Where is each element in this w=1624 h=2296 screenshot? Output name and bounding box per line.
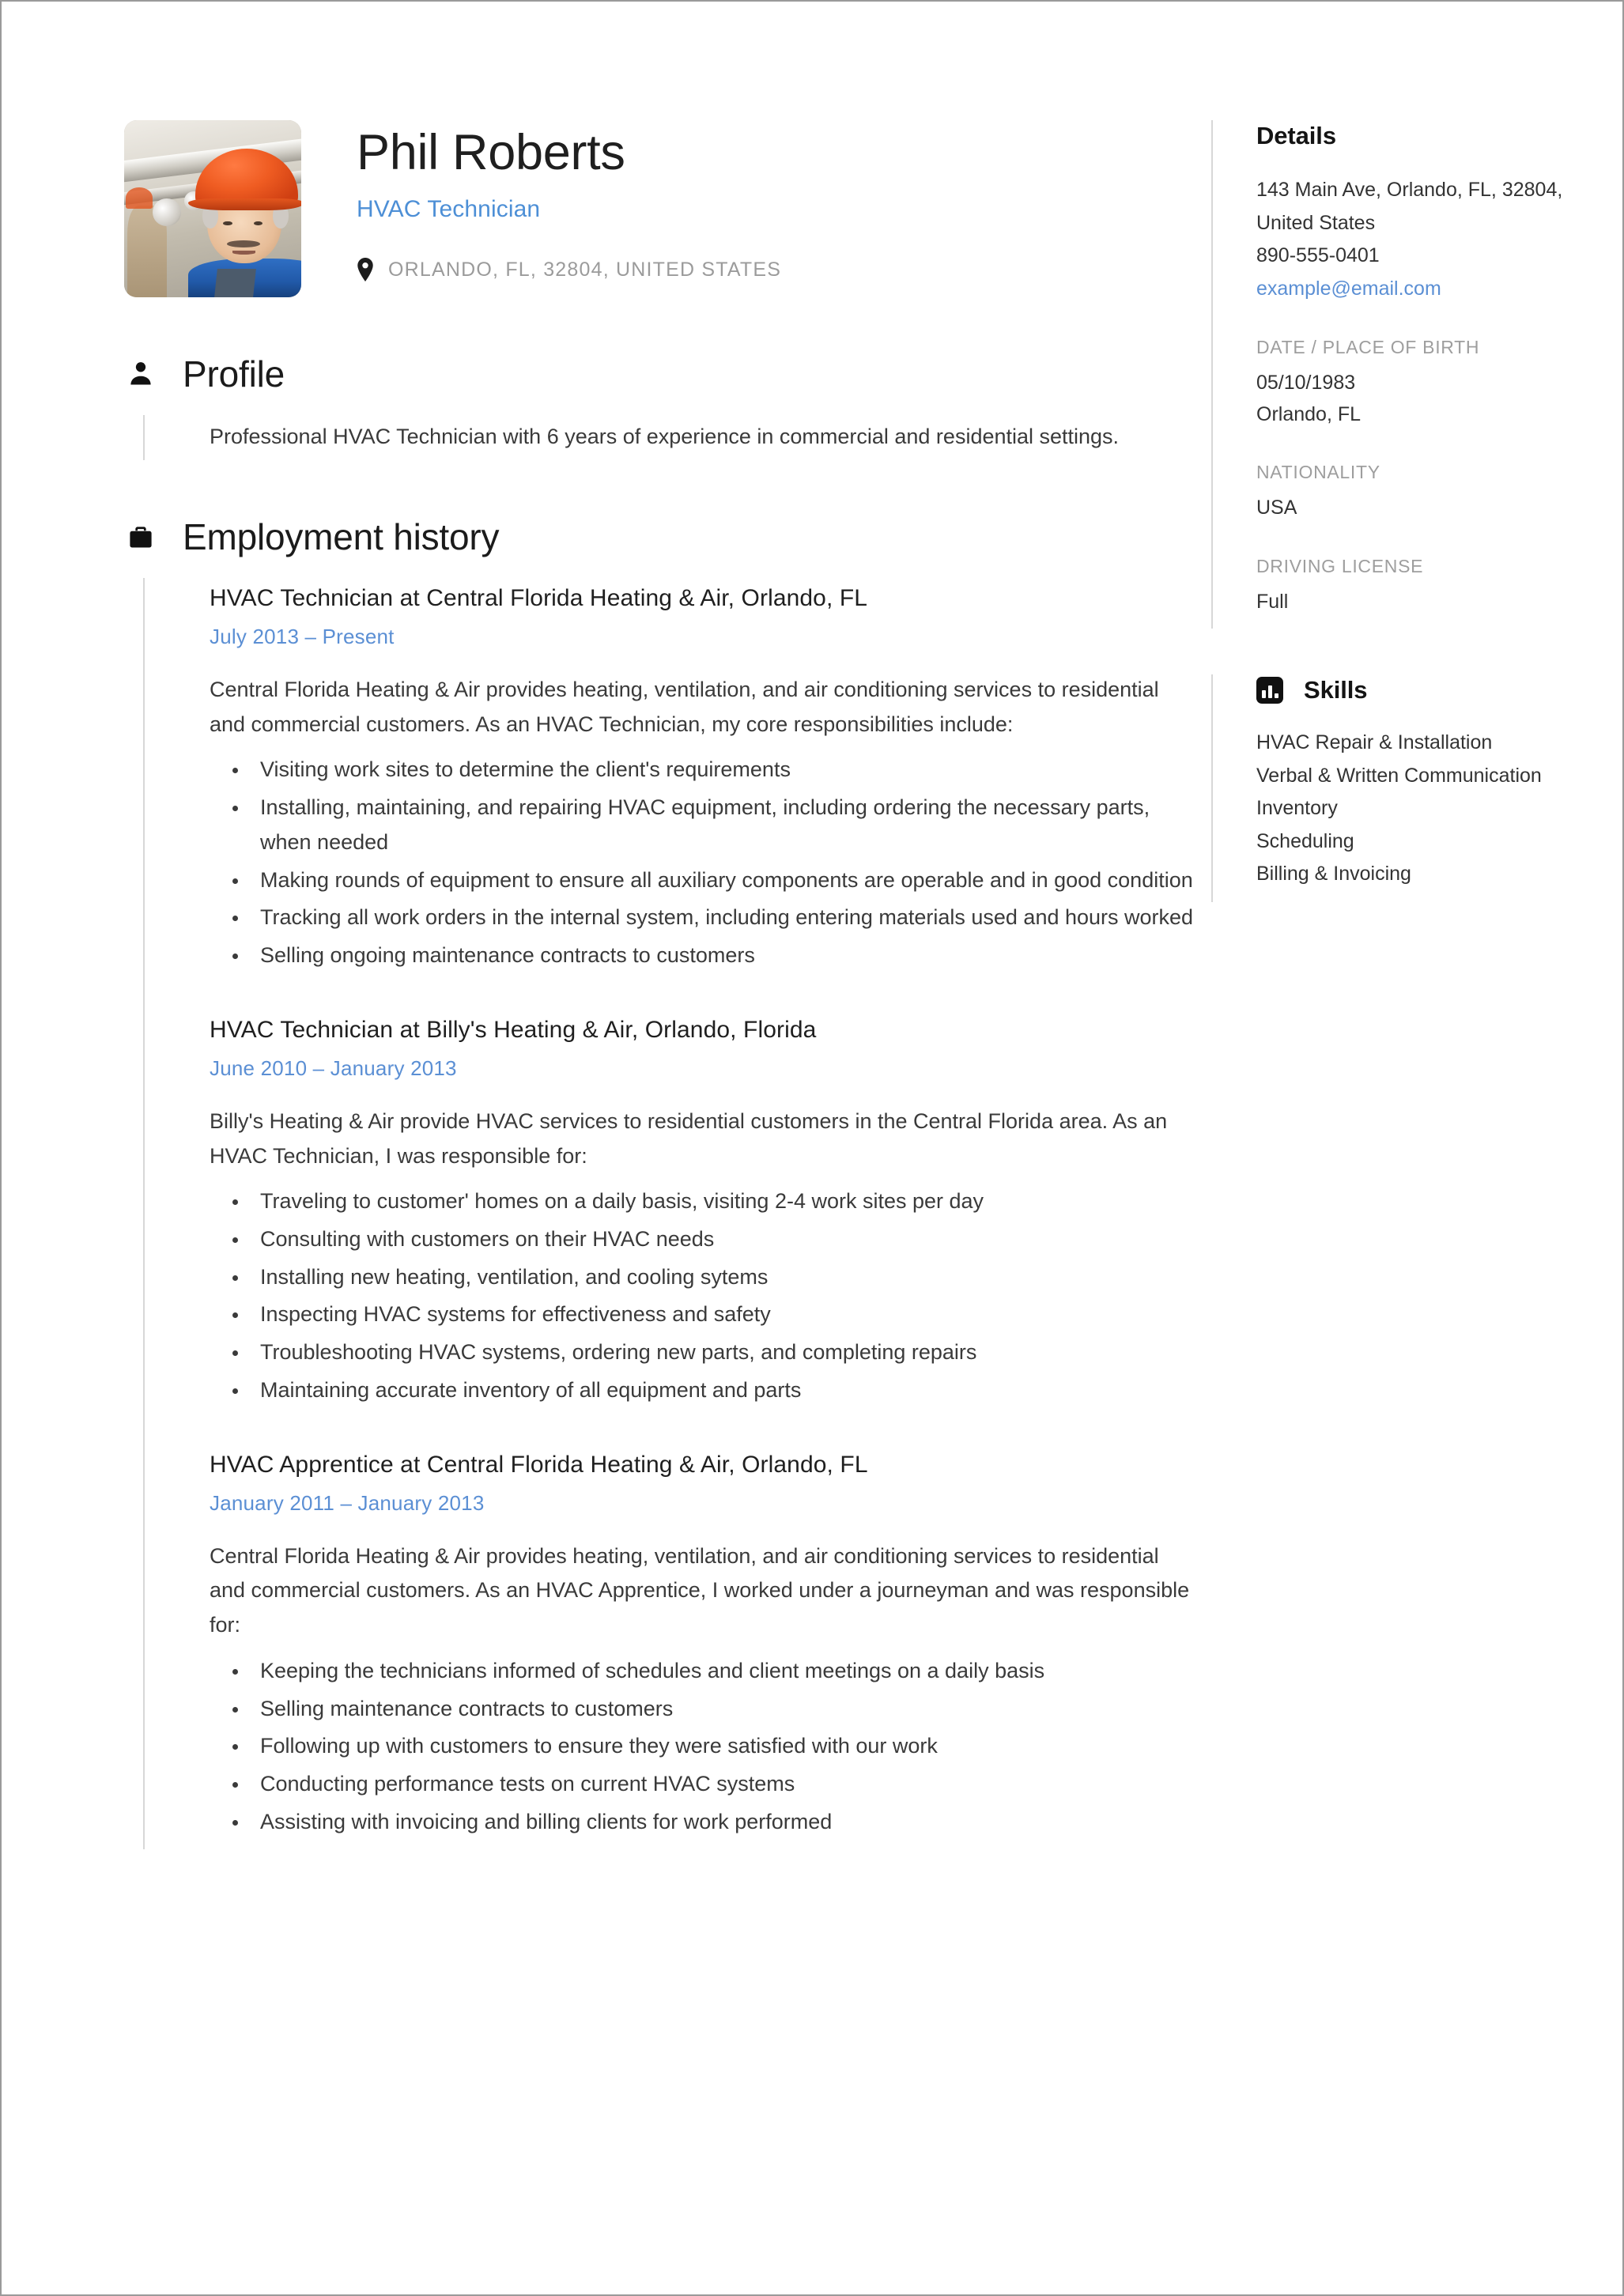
job-bullet: Selling ongoing maintenance contracts to… [249,938,1198,973]
employment-section-header: Employment history [124,517,1211,557]
photo-hard-hat-brim [187,198,301,211]
details-block: Details 143 Main Ave, Orlando, FL, 32804… [1211,120,1622,629]
job-bullet-list: Keeping the technicians informed of sche… [210,1654,1198,1840]
job-bullet: Inspecting HVAC systems for effectivenes… [249,1297,1198,1332]
resume-header: Phil Roberts HVAC Technician ORLANDO, FL… [2,120,1211,297]
dob-date: 05/10/1983 [1256,372,1356,394]
photo-collar [214,269,257,297]
profile-section-body: Professional HVAC Technician with 6 year… [143,414,1211,461]
profile-section-title: Profile [183,353,285,395]
job-description: Central Florida Heating & Air provides h… [210,677,1159,736]
job-bullet: Installing, maintaining, and repairing H… [249,791,1198,859]
header-text-block: Phil Roberts HVAC Technician ORLANDO, FL… [301,120,1211,282]
job-title: HVAC Technician at Central Florida Heati… [210,584,868,611]
dob-place: Orlando, FL [1256,402,1362,425]
job-bullet: Assisting with invoicing and billing cli… [249,1805,1198,1840]
job-bullet-list: Visiting work sites to determine the cli… [210,753,1198,972]
main-column: Phil Roberts HVAC Technician ORLANDO, FL… [2,2,1211,1849]
skills-block: Skills HVAC Repair & Installation Verbal… [1211,674,1622,902]
job-dates: July 2013 – Present [210,624,395,648]
job-bullet: Making rounds of equipment to ensure all… [249,863,1198,898]
photo-eye-left [223,221,232,226]
profile-text: Professional HVAC Technician with 6 year… [210,424,1120,448]
skill-item: Scheduling [1256,829,1354,852]
details-address: 143 Main Ave, Orlando, FL, 32804, United… [1256,179,1563,234]
job-bullet: Troubleshooting HVAC systems, ordering n… [249,1335,1198,1370]
job-title: HVAC Technician at Billy's Heating & Air… [210,1016,817,1043]
photo-valve-one [152,198,181,227]
employment-section-body: HVAC Technician at Central Florida Heati… [143,577,1211,1849]
job-bullet: Selling maintenance contracts to custome… [249,1692,1198,1727]
header-job-title: HVAC Technician [357,196,541,223]
details-title: Details [1256,122,1336,149]
resume-sheet: Phil Roberts HVAC Technician ORLANDO, FL… [2,2,1622,2294]
job-description: Billy's Heating & Air provide HVAC servi… [210,1108,1168,1168]
nationality-value: USA [1256,497,1297,519]
job-bullet: Visiting work sites to determine the cli… [249,753,1198,787]
header-location-row: ORLANDO, FL, 32804, UNITED STATES [357,258,1211,282]
job-bullet: Installing new heating, ventilation, and… [249,1260,1198,1295]
bar-chart-icon [1256,677,1283,704]
skill-item: Billing & Invoicing [1256,863,1411,885]
job-bullet: Traveling to customer' homes on a daily … [249,1184,1198,1219]
job-bullet: Tracking all work orders in the internal… [249,901,1198,935]
page-title: Phil Roberts [357,125,625,180]
employment-section-title: Employment history [183,516,500,558]
person-icon [124,357,157,391]
skill-item: HVAC Repair & Installation [1256,731,1493,753]
details-phone: 890-555-0401 [1256,244,1380,266]
job-dates: January 2011 – January 2013 [210,1490,485,1515]
driving-license-label: DRIVING LICENSE [1256,555,1424,576]
job-bullet: Keeping the technicians informed of sche… [249,1654,1198,1689]
skills-list: HVAC Repair & Installation Verbal & Writ… [1256,727,1622,891]
header-location-text: ORLANDO, FL, 32804, UNITED STATES [388,258,782,281]
resume-page: Phil Roberts HVAC Technician ORLANDO, FL… [0,0,1624,2296]
dob-value: 05/10/1983 Orlando, FL [1256,368,1622,430]
photo-background-helmet [126,187,153,209]
job-title: HVAC Apprentice at Central Florida Heati… [210,1451,868,1478]
dob-label: DATE / PLACE OF BIRTH [1256,337,1480,357]
details-contact: 143 Main Ave, Orlando, FL, 32804, United… [1256,174,1622,305]
job-entry: HVAC Technician at Billy's Heating & Air… [210,1014,1211,1408]
avatar [124,120,301,297]
briefcase-icon [124,521,157,554]
skill-item: Inventory [1256,797,1338,819]
location-pin-icon [357,258,374,282]
job-bullet: Following up with customers to ensure th… [249,1729,1198,1764]
job-bullet: Conducting performance tests on current … [249,1767,1198,1802]
skills-title: Skills [1304,676,1368,704]
skill-item: Verbal & Written Communication [1256,764,1542,787]
section-profile: Profile Professional HVAC Technician wit… [2,354,1211,461]
sidebar-column: Details 143 Main Ave, Orlando, FL, 32804… [1211,2,1622,948]
job-bullet: Consulting with customers on their HVAC … [249,1222,1198,1257]
profile-section-header: Profile [124,354,1211,395]
job-description: Central Florida Heating & Air provides h… [210,1543,1190,1637]
job-bullet-list: Traveling to customer' homes on a daily … [210,1184,1198,1407]
resume-columns: Phil Roberts HVAC Technician ORLANDO, FL… [2,2,1622,1849]
skills-title-row: Skills [1256,676,1622,704]
details-email[interactable]: example@email.com [1256,273,1622,306]
job-dates: June 2010 – January 2013 [210,1055,457,1080]
job-entry: HVAC Technician at Central Florida Heati… [210,583,1211,973]
job-entry: HVAC Apprentice at Central Florida Heati… [210,1449,1211,1840]
section-employment-history: Employment history HVAC Technician at Ce… [2,517,1211,1849]
job-bullet: Maintaining accurate inventory of all eq… [249,1373,1198,1408]
nationality-label: NATIONALITY [1256,462,1380,482]
driving-license-value: Full [1256,590,1289,613]
photo-eye-right [253,221,262,226]
photo-mouth [232,250,255,255]
